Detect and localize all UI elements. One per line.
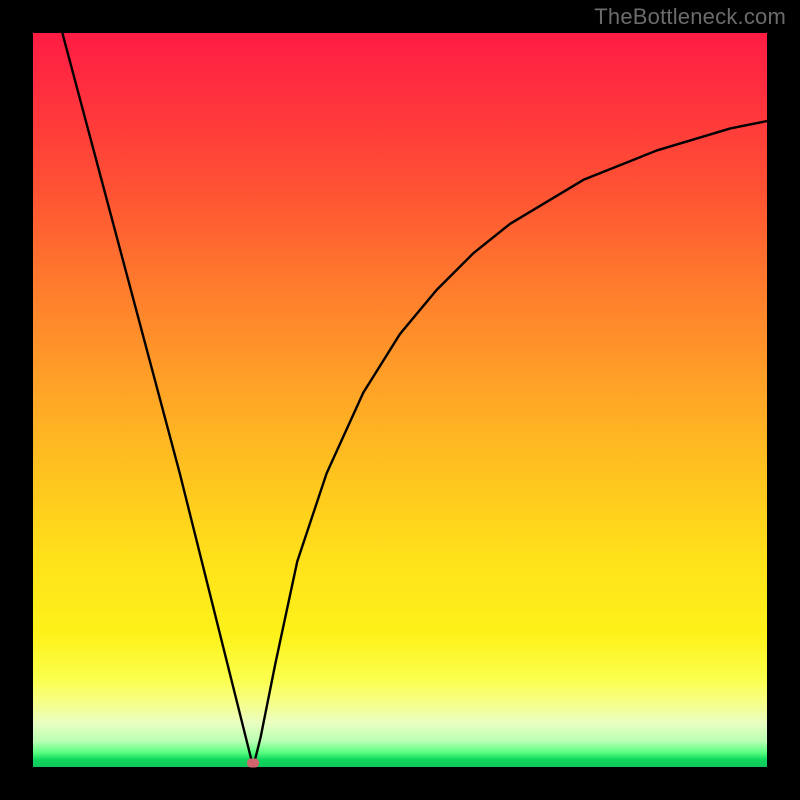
chart-frame: TheBottleneck.com [0, 0, 800, 800]
chart-background-gradient [33, 33, 767, 767]
watermark-text: TheBottleneck.com [594, 4, 786, 30]
